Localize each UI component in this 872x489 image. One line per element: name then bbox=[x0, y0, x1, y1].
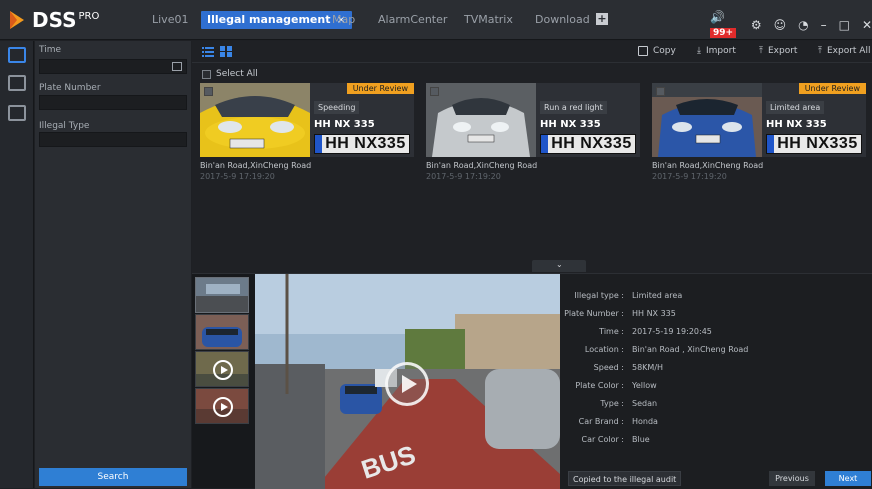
collapse-toggle[interactable]: ⌄ bbox=[532, 260, 586, 272]
select-all[interactable]: Select All bbox=[202, 69, 258, 79]
plate-number-label: Plate Number bbox=[39, 83, 101, 93]
violation-type: Run a red light bbox=[540, 101, 607, 114]
card-checkbox[interactable] bbox=[430, 87, 439, 96]
maximize-icon[interactable]: □ bbox=[839, 18, 850, 32]
video-thumbnail[interactable] bbox=[195, 351, 249, 387]
minimize-icon[interactable]: – bbox=[821, 18, 827, 32]
copy-button[interactable]: Copy bbox=[638, 46, 676, 56]
close-window-icon[interactable]: ✕ bbox=[862, 18, 872, 32]
app-name: DSS bbox=[32, 8, 77, 32]
alarm-count-badge: 99+ bbox=[710, 28, 737, 38]
export-button[interactable]: ⤒ Export bbox=[759, 46, 797, 56]
card-checkbox[interactable] bbox=[204, 87, 213, 96]
tab-download[interactable]: Download bbox=[535, 11, 590, 29]
top-bar: DSS PRO Live01 Illegal management × Map A… bbox=[0, 0, 872, 40]
main-area: Copy ⤓ Import ⤒ Export ⤒ Export All Select … bbox=[192, 41, 872, 489]
card-location: Bin'an Road,XinCheng Road bbox=[426, 161, 538, 170]
evidence-video[interactable]: BUS bbox=[255, 274, 560, 489]
detail-panel: BUS Illegal type : Limited area Plate Num… bbox=[192, 273, 872, 489]
card-time: 2017-5-9 17:19:20 bbox=[426, 172, 501, 181]
alarm-sound-icon[interactable]: 🔊99+ bbox=[710, 10, 739, 40]
violation-card[interactable]: Under Review Limited area HH NX 335 HH N… bbox=[652, 83, 866, 157]
plate-number: HH NX 335 bbox=[314, 119, 375, 130]
play-icon[interactable] bbox=[213, 360, 233, 380]
export-icon: ⤒ bbox=[759, 46, 763, 56]
settings-gear-icon[interactable]: ⚙ bbox=[751, 18, 762, 32]
tab-live01[interactable]: Live01 bbox=[152, 11, 188, 29]
snapshot-thumbnail[interactable] bbox=[195, 314, 249, 350]
export-all-icon: ⤒ bbox=[818, 46, 822, 56]
play-icon[interactable] bbox=[213, 397, 233, 417]
play-video-icon[interactable] bbox=[385, 362, 429, 406]
search-button[interactable]: Search bbox=[39, 468, 187, 486]
video-thumbnail[interactable] bbox=[195, 388, 249, 424]
tab-alarm-center[interactable]: AlarmCenter bbox=[378, 11, 447, 29]
violation-card[interactable]: Under Review Speeding HH NX 335 HH NX335 bbox=[200, 83, 414, 157]
card-location: Bin'an Road,XinCheng Road bbox=[200, 161, 312, 170]
calendar-icon[interactable] bbox=[172, 62, 182, 71]
app-logo: DSS PRO bbox=[8, 8, 99, 32]
topbar-right-controls: 🔊99+ ⚙ ☺ ◔ – □ ✕ bbox=[710, 10, 872, 40]
grid-view-icon[interactable] bbox=[220, 46, 232, 57]
card-time: 2017-5-9 17:19:20 bbox=[652, 172, 727, 181]
logo-icon bbox=[10, 11, 24, 29]
record-nav-icon[interactable] bbox=[8, 75, 26, 91]
select-all-checkbox[interactable] bbox=[202, 69, 211, 79]
audit-nav-icon[interactable] bbox=[8, 105, 26, 121]
import-button[interactable]: ⤓ Import bbox=[697, 46, 736, 56]
time-label: Time bbox=[39, 45, 62, 55]
chevron-down-icon: ⌄ bbox=[556, 260, 563, 269]
time-field[interactable] bbox=[39, 59, 187, 74]
violation-type: Limited area bbox=[766, 101, 825, 114]
next-button[interactable]: Next bbox=[825, 471, 871, 486]
copy-icon bbox=[638, 46, 648, 56]
add-tab-button[interactable]: + bbox=[596, 13, 608, 25]
user-icon[interactable]: ☺ bbox=[774, 18, 787, 32]
violation-type: Speeding bbox=[314, 101, 360, 114]
plate-number: HH NX 335 bbox=[766, 119, 827, 130]
vehicle-photo bbox=[652, 83, 762, 157]
copied-to-audit-button[interactable]: Copied to the illegal audit bbox=[568, 471, 682, 486]
snapshot-thumbnail[interactable] bbox=[195, 277, 249, 313]
plate-image: HH NX335 bbox=[540, 134, 636, 154]
left-nav bbox=[0, 41, 34, 488]
app-edition: PRO bbox=[78, 10, 100, 22]
plate-number: HH NX 335 bbox=[540, 119, 601, 130]
vehicle-photo bbox=[426, 83, 536, 157]
review-badge: Under Review bbox=[346, 83, 414, 94]
tab-tv-matrix[interactable]: TVMatrix bbox=[464, 11, 513, 29]
plate-number-field[interactable] bbox=[39, 95, 187, 110]
filter-panel: Time Plate Number Illegal Type Search bbox=[35, 41, 191, 488]
performance-gauge-icon[interactable]: ◔ bbox=[798, 18, 808, 32]
vehicle-nav-icon[interactable] bbox=[8, 47, 26, 63]
plate-image: HH NX335 bbox=[314, 134, 410, 154]
tab-map[interactable]: Map bbox=[332, 11, 355, 29]
previous-button[interactable]: Previous bbox=[769, 471, 815, 486]
card-location: Bin'an Road,XinCheng Road bbox=[652, 161, 764, 170]
review-badge: Under Review bbox=[798, 83, 866, 94]
plate-image: HH NX335 bbox=[766, 134, 862, 154]
toolbar: Copy ⤓ Import ⤒ Export ⤒ Export All bbox=[192, 41, 872, 63]
vehicle-photo bbox=[200, 83, 310, 157]
violation-card[interactable]: Run a red light HH NX 335 HH NX335 bbox=[426, 83, 640, 157]
card-time: 2017-5-9 17:19:20 bbox=[200, 172, 275, 181]
tab-illegal-management[interactable]: Illegal management × bbox=[201, 11, 352, 29]
illegal-type-label: Illegal Type bbox=[39, 121, 90, 131]
export-all-button[interactable]: ⤒ Export All bbox=[818, 46, 870, 56]
list-view-icon[interactable] bbox=[202, 46, 214, 57]
violation-details: Illegal type : Limited area Plate Number … bbox=[560, 274, 872, 489]
import-icon: ⤓ bbox=[697, 46, 701, 56]
illegal-type-select[interactable] bbox=[39, 132, 187, 147]
card-checkbox[interactable] bbox=[656, 87, 665, 96]
